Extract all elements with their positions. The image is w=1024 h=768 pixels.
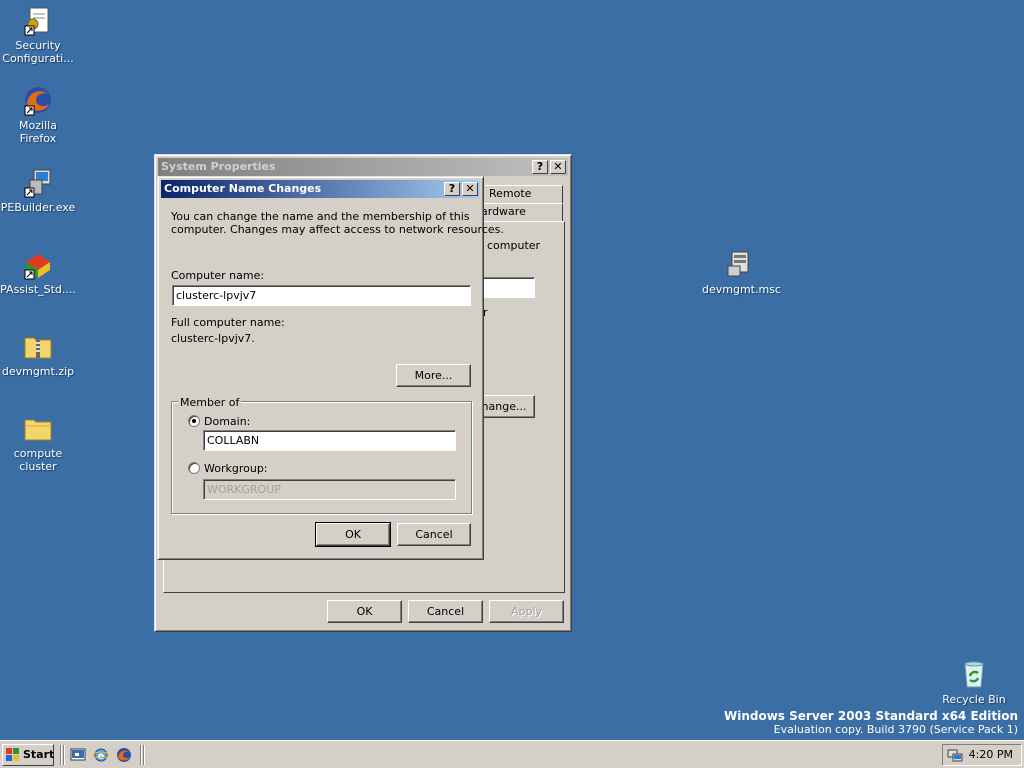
domain-label[interactable]: Domain: [204,415,250,428]
ok-button[interactable]: OK [315,522,391,547]
desktop-icon-label: devmgmt.zip [1,365,75,378]
folder-icon [24,419,52,441]
system-tray: 4:20 PM [942,744,1022,766]
close-button[interactable]: ✕ [550,160,566,174]
domain-input[interactable]: COLLABN [203,430,456,451]
dialog-titlebar[interactable]: Computer Name Changes ? ✕ [161,180,480,198]
member-of-legend: Member of [178,396,242,409]
taskbar-separator [143,745,145,765]
desktop-icon-pebuilder[interactable]: PEBuilder.exe [0,166,76,214]
zip-folder-icon [24,337,52,359]
desktop-icon-security-configuration[interactable]: Security Configurati... [0,4,76,65]
taskbar-separator [60,745,62,765]
start-button[interactable]: Start [2,744,54,766]
security-configuration-icon [24,7,49,36]
desktop-icon-compute-cluster[interactable]: compute cluster [0,412,76,473]
ok-button[interactable]: OK [327,600,402,623]
partial-field [475,277,535,298]
desktop-icon-label: Security Configurati... [2,39,74,65]
desktop-icon-label: compute cluster [13,447,63,473]
desktop-icon-devmgmt-zip[interactable]: devmgmt.zip [0,330,76,378]
workgroup-label[interactable]: Workgroup: [204,462,268,475]
computer-name-changes-dialog: Computer Name Changes ? ✕ You can change… [157,176,504,560]
msc-console-icon [727,251,749,277]
dialog-description-line1: You can change the name and the membersh… [171,210,470,223]
dialog-description-line2: computer. Changes may affect access to n… [171,223,504,236]
desktop-icon-recycle-bin[interactable]: Recycle Bin [936,658,1012,706]
windows-flag-icon [6,748,19,761]
show-desktop-icon[interactable] [70,747,86,763]
window-title: System Properties [161,160,276,173]
desktop-icon-label: PAssist_Std.... [0,283,76,296]
taskbar: Start e 4:20 PM [0,740,1024,768]
desktop-icon-label: PEBuilder.exe [0,201,76,214]
svg-text:e: e [98,751,105,762]
more-button[interactable]: More... [396,364,471,387]
partial-text-computer: computer [487,239,541,252]
internet-explorer-icon[interactable]: e [93,747,109,763]
close-button[interactable]: ✕ [462,182,478,196]
desktop-icon-label: devmgmt.msc [702,283,781,296]
tab-remote[interactable]: Remote [485,185,563,203]
os-edition: Windows Server 2003 Standard x64 Edition [723,709,1018,723]
start-label: Start [23,748,55,761]
full-computer-name-label: Full computer name: [171,316,285,329]
firefox-icon [24,87,51,116]
workgroup-radio[interactable] [188,462,200,474]
desktop-icon-label: Mozilla Firefox [19,119,57,145]
cancel-button[interactable]: Cancel [397,523,471,546]
apply-button[interactable]: Apply [489,600,564,623]
full-computer-name-value: clusterc-lpvjv7. [171,332,255,345]
system-properties-titlebar[interactable]: System Properties ? ✕ [158,158,568,176]
recycle-bin-icon [964,661,984,688]
clock[interactable]: 4:20 PM [969,748,1013,761]
taskbar-separator [140,745,142,765]
computer-name-label: Computer name: [171,269,265,282]
cancel-button[interactable]: Cancel [408,600,483,623]
computer-name-input[interactable]: clusterc-lpvjv7 [172,285,471,306]
os-watermark: Windows Server 2003 Standard x64 Edition… [724,709,1018,737]
tab-hardware[interactable]: ardware [477,203,563,221]
desktop-icon-firefox[interactable]: Mozilla Firefox [0,84,76,145]
desktop-icon-passist[interactable]: PAssist_Std.... [0,248,76,296]
desktop-icon-devmgmt-msc[interactable]: devmgmt.msc [702,248,781,296]
radio-selected-dot [192,419,196,423]
os-build: Evaluation copy. Build 3790 (Service Pac… [773,723,1018,736]
help-button[interactable]: ? [532,160,548,174]
help-button[interactable]: ? [444,182,460,196]
firefox-icon[interactable] [116,747,132,763]
domain-radio[interactable] [188,415,200,427]
taskbar-separator [63,745,65,765]
workgroup-input: WORKGROUP [203,479,456,500]
desktop-icon-label: Recycle Bin [942,693,1006,706]
pebuilder-icon [24,169,51,198]
passist-icon [24,254,50,280]
network-icon[interactable] [947,747,963,763]
dialog-title: Computer Name Changes [164,182,322,195]
